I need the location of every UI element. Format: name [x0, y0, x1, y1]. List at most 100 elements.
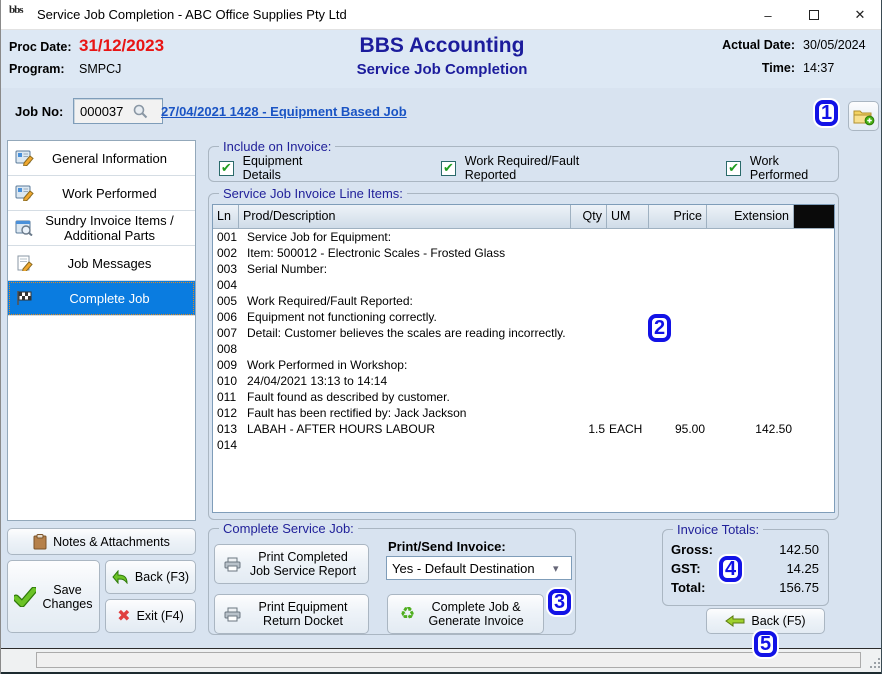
job-no-input[interactable] [74, 103, 132, 120]
callout-2: 2 [648, 314, 671, 342]
table-row[interactable]: 008 [213, 341, 834, 357]
maximize-icon[interactable] [791, 0, 837, 30]
notes-attachments-button[interactable]: Notes & Attachments [7, 528, 196, 555]
return-arrow-icon [112, 570, 129, 584]
job-description-link[interactable]: 27/04/2021 1428 - Equipment Based Job [161, 104, 407, 119]
status-panel [36, 652, 861, 668]
checkbox-icon[interactable]: ✔ [441, 161, 456, 176]
save-changes-button[interactable]: Save Changes [7, 560, 100, 633]
checkbox-work-performed[interactable]: ✔Work Performed [726, 154, 838, 182]
checkered-flag-icon [12, 290, 38, 306]
table-cell [649, 357, 707, 373]
arrow-left-icon [725, 615, 745, 627]
checkbox-label: Equipment Details [243, 154, 342, 182]
print-completed-job-report-button[interactable]: Print Completed Job Service Report [214, 544, 369, 584]
table-row[interactable]: 011Fault found as described by customer. [213, 389, 834, 405]
table-cell: Equipment not functioning correctly. [239, 309, 571, 325]
checkbox-equipment-details[interactable]: ✔ Equipment Details [219, 154, 341, 182]
table-row[interactable]: 003Serial Number: [213, 261, 834, 277]
search-icon[interactable] [132, 103, 149, 120]
table-cell: Detail: Customer believes the scales are… [239, 325, 571, 341]
back-f3-button[interactable]: Back (F3) [105, 560, 196, 594]
table-row[interactable]: 007Detail: Customer believes the scales … [213, 325, 834, 341]
actual-date-label: Actual Date: [722, 38, 795, 52]
header-band: Proc Date: 31/12/2023 Program: SMPCJ BBS… [1, 30, 882, 88]
table-row[interactable]: 001Service Job for Equipment: [213, 229, 834, 245]
include-on-invoice-group: Include on Invoice: ✔Equipment Details✔W… [208, 146, 839, 182]
sidebar-item-job-messages[interactable]: Job Messages [8, 246, 195, 281]
table-cell [794, 325, 834, 341]
table-cell: 010 [213, 373, 239, 389]
print-docket-label: Print Equipment Return Docket [247, 600, 359, 628]
resize-grip[interactable] [868, 656, 880, 668]
table-cell [707, 293, 794, 309]
table-row[interactable]: 002Item: 500012 - Electronic Scales - Fr… [213, 245, 834, 261]
table-row[interactable]: 004 [213, 277, 834, 293]
table-cell [571, 325, 607, 341]
table-cell [649, 261, 707, 277]
back-f3-label: Back (F3) [135, 570, 189, 584]
table-cell: 24/04/2021 13:13 to 14:14 [239, 373, 571, 389]
sidebar-item-label: Work Performed [38, 186, 191, 201]
table-cell [794, 293, 834, 309]
table-cell: Fault has been rectified by: Jack Jackso… [239, 405, 571, 421]
table-row[interactable]: 006Equipment not functioning correctly. [213, 309, 834, 325]
checkbox-icon[interactable]: ✔ [219, 161, 234, 176]
status-bar [1, 648, 882, 672]
print-report-label: Print Completed Job Service Report [247, 550, 359, 578]
table-cell [649, 373, 707, 389]
table-cell [794, 309, 834, 325]
table-cell [649, 405, 707, 421]
table-cell: EACH [607, 421, 649, 437]
sidebar-item-general-information[interactable]: General Information [8, 141, 195, 176]
form-search-icon [12, 220, 38, 236]
minimize-icon[interactable]: – [745, 0, 791, 30]
table-cell [794, 277, 834, 293]
open-job-folder-button[interactable] [848, 101, 879, 131]
check-icon [14, 587, 36, 607]
table-cell [571, 261, 607, 277]
table-cell [794, 229, 834, 245]
table-cell [607, 373, 649, 389]
notes-attachments-label: Notes & Attachments [53, 535, 170, 549]
checkbox-work-required-fault-reported[interactable]: ✔Work Required/Fault Reported [441, 154, 629, 182]
table-cell [571, 293, 607, 309]
actual-date-value: 30/05/2024 [795, 38, 873, 52]
print-equipment-return-docket-button[interactable]: Print Equipment Return Docket [214, 594, 369, 634]
table-row[interactable]: 013LABAH - AFTER HOURS LABOUR1.5EACH95.0… [213, 421, 834, 437]
table-cell [794, 357, 834, 373]
job-no-field[interactable] [73, 98, 163, 124]
table-cell: 014 [213, 437, 239, 453]
sidebar-item-work-performed[interactable]: Work Performed [8, 176, 195, 211]
title-bar: bbs Service Job Completion - ABC Office … [1, 0, 882, 30]
total-value: 142.50 [779, 540, 819, 559]
callout-3: 3 [548, 589, 571, 615]
table-body: 001Service Job for Equipment:002Item: 50… [213, 229, 834, 453]
table-row[interactable]: 01024/04/2021 13:13 to 14:14 [213, 373, 834, 389]
table-cell [607, 437, 649, 453]
table-cell [571, 229, 607, 245]
table-cell [571, 245, 607, 261]
checkbox-icon[interactable]: ✔ [726, 161, 741, 176]
table-row[interactable]: 005Work Required/Fault Reported: [213, 293, 834, 309]
sidebar-item-complete-job[interactable]: Complete Job [8, 281, 195, 316]
table-cell [607, 245, 649, 261]
table-cell [707, 437, 794, 453]
total-row-total: Total:156.75 [671, 578, 819, 597]
table-cell [571, 309, 607, 325]
close-icon[interactable]: ✕ [837, 0, 882, 30]
table-row[interactable]: 014 [213, 437, 834, 453]
print-send-invoice-select[interactable]: Yes - Default Destination ▾ [386, 556, 572, 580]
sidebar-item-label: General Information [38, 151, 191, 166]
table-row[interactable]: 009Work Performed in Workshop: [213, 357, 834, 373]
complete-job-generate-invoice-button[interactable]: ♻ Complete Job & Generate Invoice [387, 594, 544, 634]
page-pencil-icon [12, 255, 38, 271]
sidebar-item-sundry-invoice-items-additional-parts[interactable]: Sundry Invoice Items / Additional Parts [8, 211, 195, 246]
table-row[interactable]: 012Fault has been rectified by: Jack Jac… [213, 405, 834, 421]
invoice-totals-group: Invoice Totals: Gross:142.50GST:14.25Tot… [662, 529, 829, 606]
table-cell [707, 357, 794, 373]
total-value: 14.25 [786, 559, 819, 578]
col-qty: Qty [571, 205, 607, 229]
exit-f4-button[interactable]: ✖ Exit (F4) [105, 599, 196, 633]
table-cell [707, 389, 794, 405]
